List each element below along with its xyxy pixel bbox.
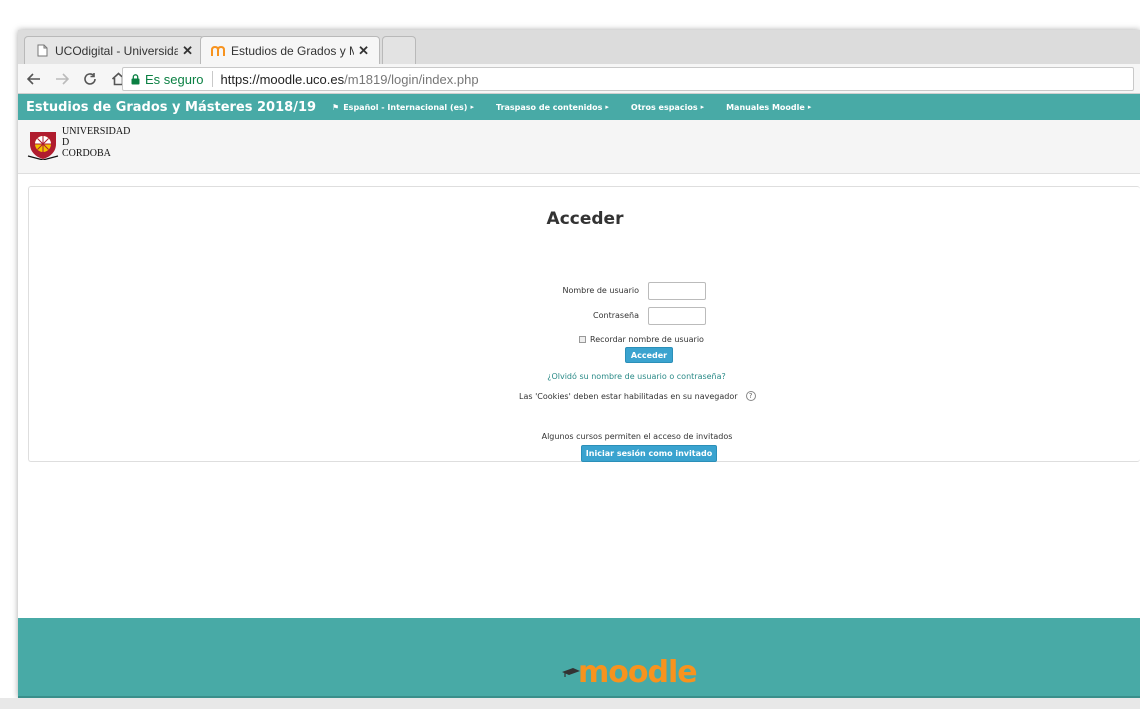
help-icon[interactable]: ? [745,391,756,401]
browser-window: UCOdigital - Universidad ✕ Estudios de G… [18,30,1140,698]
guest-access-note: Algunos cursos permiten el acceso de inv… [541,432,733,441]
forgot-password-link[interactable]: ¿Olvidó su nombre de usuario o contraseñ… [29,372,1140,381]
reload-icon [84,72,96,85]
arrow-left-icon [27,72,40,85]
lock-icon [131,73,140,84]
flag-icon: ⚑ [332,102,340,112]
menu-label: Manuales Moodle [726,102,805,112]
secure-label: Es seguro [145,71,204,87]
arrow-right-icon [56,72,69,85]
moodle-logo-text: moodle [578,655,698,690]
moodle-logo[interactable]: moodle [562,655,698,690]
language-menu-label: Español - Internacional (es) [343,102,468,112]
username-input[interactable] [648,282,706,300]
site-navbar: Estudios de Grados y Másteres 2018/19 ⚑ … [18,94,1140,120]
guest-login-button[interactable]: Iniciar sesión como invitado [581,445,717,462]
menu-traspaso-contenidos[interactable]: Traspaso de contenidos ▸ [496,103,609,112]
new-tab-button[interactable] [382,36,416,64]
screen-bottom-margin [0,698,1140,709]
omnibox-divider [211,71,213,87]
page-title: Acceder [546,209,624,229]
url-path: /m1819/login/index.php [344,71,479,87]
login-card: Acceder Nombre de usuario Contraseña Rec… [28,186,1140,462]
menu-label: Otros espacios [630,102,698,112]
caret-right-icon: ▸ [807,103,812,111]
caret-right-icon: ▸ [605,103,609,111]
language-menu[interactable]: ⚑ Español - Internacional (es) ▸ [332,103,474,112]
university-name: UNIVERSIDAD D CORDOBA [62,126,130,159]
caret-right-icon: ▸ [470,103,474,111]
username-label: Nombre de usuario [562,286,640,295]
menu-manuales-moodle[interactable]: Manuales Moodle ▸ [726,103,811,112]
tab-strip: UCOdigital - Universidad ✕ Estudios de G… [18,30,1140,64]
moodle-favicon-icon [211,44,225,58]
site-brand-link[interactable]: Estudios de Grados y Másteres 2018/19 [26,100,316,115]
tab-title: Estudios de Grados y Má [231,43,355,58]
login-submit-button[interactable]: Acceder [625,347,673,363]
cookies-text: Las 'Cookies' deben estar habilitadas en… [519,391,738,401]
url-host: https://moodle.uco.es [220,71,345,87]
tab-title: UCOdigital - Universidad [55,43,179,58]
menu-label: Traspaso de contenidos [495,102,603,112]
remember-label: Recordar nombre de usuario [590,335,704,344]
password-input[interactable] [648,307,706,325]
close-icon[interactable]: ✕ [182,43,193,59]
page-icon [35,44,49,58]
university-logo[interactable]: UNIVERSIDAD D CORDOBA [26,126,130,160]
menu-otros-espacios[interactable]: Otros espacios ▸ [631,103,704,112]
password-label: Contraseña [593,311,639,320]
url-field[interactable]: Es seguro https://moodle.uco.es /m1819/l… [122,67,1134,91]
cookies-notice: Las 'Cookies' deben estar habilitadas en… [519,391,756,401]
page-footer: moodle [18,618,1140,698]
logo-line: UNIVERSIDAD [62,126,131,137]
reload-button[interactable] [78,67,102,91]
remember-username[interactable]: Recordar nombre de usuario [579,335,704,344]
screen-top-margin [0,0,1140,30]
tab-estudios[interactable]: Estudios de Grados y Má ✕ [200,36,380,64]
tab-ucodigital[interactable]: UCOdigital - Universidad ✕ [24,36,204,64]
logo-line: CORDOBA [62,148,111,159]
address-bar: Es seguro https://moodle.uco.es /m1819/l… [18,64,1140,94]
close-icon[interactable]: ✕ [358,43,369,59]
university-seal-icon [27,132,59,160]
caret-right-icon: ▸ [700,103,705,111]
back-button[interactable] [22,67,46,91]
forward-button[interactable] [50,67,74,91]
page-header: UNIVERSIDAD D CORDOBA [18,120,1140,174]
secure-indicator[interactable]: Es seguro [131,72,204,87]
logo-line: D [62,137,70,148]
remember-checkbox[interactable] [579,336,586,343]
